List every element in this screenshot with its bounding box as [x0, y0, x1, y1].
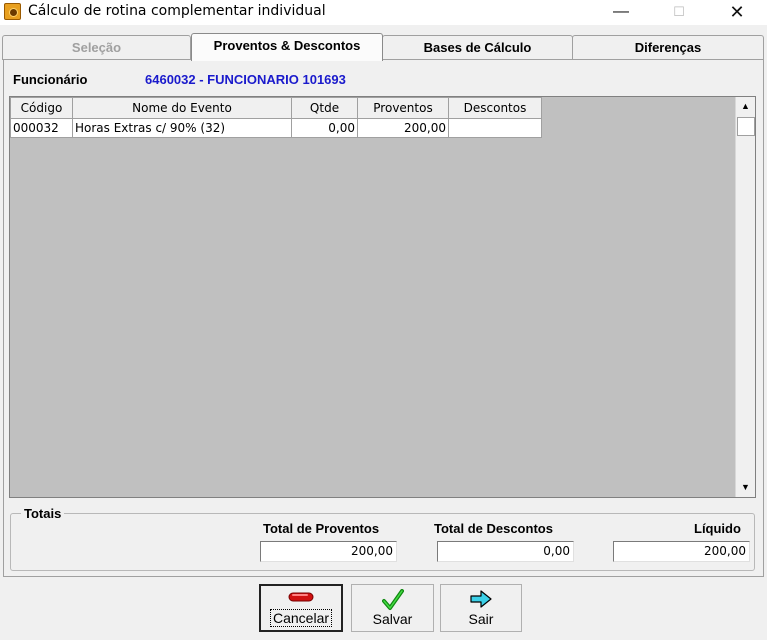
tab-panel: Funcionário 6460032 - FUNCIONARIO 101693… [3, 59, 764, 577]
liquido-label: Líquido [694, 521, 741, 536]
total-proventos-field[interactable]: 200,00 [260, 541, 397, 562]
tab-strip: Seleção Proventos & Descontos Bases de C… [2, 33, 765, 61]
cell-descontos[interactable] [448, 118, 542, 138]
maximize-button: ☐ [673, 4, 685, 19]
save-button-label: Salvar [372, 611, 413, 627]
total-descontos-field[interactable]: 0,00 [437, 541, 574, 562]
col-header-codigo[interactable]: Código [10, 97, 73, 119]
cancel-button[interactable]: Cancelar [259, 584, 343, 632]
cell-nome-evento[interactable]: Horas Extras c/ 90% (32) [72, 118, 292, 138]
cancel-button-label: Cancelar [269, 609, 333, 627]
minimize-button[interactable]: — [598, 0, 644, 25]
grid-header-row: Código Nome do Evento Qtde Proventos Des… [10, 97, 542, 119]
totals-group: Totais Total de Proventos 200,00 Total d… [10, 506, 755, 571]
scroll-thumb[interactable] [737, 117, 755, 136]
employee-value: 6460032 - FUNCIONARIO 101693 [145, 72, 346, 87]
scroll-down-arrow-icon[interactable]: ▼ [736, 478, 755, 497]
events-grid[interactable]: Código Nome do Evento Qtde Proventos Des… [9, 96, 756, 498]
total-descontos-label: Total de Descontos [434, 521, 553, 536]
red-minus-icon [288, 592, 314, 602]
cyan-arrow-right-icon [470, 590, 492, 608]
save-button[interactable]: Salvar [351, 584, 434, 632]
window-title: Cálculo de rotina complementar individua… [28, 3, 326, 19]
col-header-nome-evento[interactable]: Nome do Evento [72, 97, 292, 119]
liquido-field[interactable]: 200,00 [613, 541, 750, 562]
cell-qtde[interactable]: 0,00 [291, 118, 358, 138]
col-header-proventos[interactable]: Proventos [357, 97, 449, 119]
totals-legend: Totais [21, 506, 65, 521]
events-table: Código Nome do Evento Qtde Proventos Des… [10, 97, 542, 138]
col-header-descontos[interactable]: Descontos [448, 97, 542, 119]
cell-codigo[interactable]: 000032 [10, 118, 73, 138]
green-check-icon [381, 589, 404, 610]
exit-button-label: Sair [468, 611, 494, 627]
cell-proventos[interactable]: 200,00 [357, 118, 449, 138]
vertical-scrollbar[interactable]: ▲ ▼ [735, 97, 755, 497]
title-bar[interactable]: Cálculo de rotina complementar individua… [0, 0, 767, 25]
tab-proventos-descontos[interactable]: Proventos & Descontos [191, 33, 383, 61]
total-proventos-label: Total de Proventos [263, 521, 380, 536]
scroll-up-arrow-icon[interactable]: ▲ [736, 97, 755, 116]
tab-selecao: Seleção [2, 35, 191, 60]
table-row[interactable]: 000032 Horas Extras c/ 90% (32) 0,00 200… [10, 118, 542, 138]
tab-bases-calculo[interactable]: Bases de Cálculo [382, 35, 573, 60]
close-button[interactable]: ✕ [714, 0, 760, 25]
col-header-qtde[interactable]: Qtde [291, 97, 358, 119]
exit-button[interactable]: Sair [440, 584, 522, 632]
app-icon [4, 3, 21, 20]
tab-diferencas[interactable]: Diferenças [572, 35, 764, 60]
employee-label: Funcionário [13, 72, 88, 87]
